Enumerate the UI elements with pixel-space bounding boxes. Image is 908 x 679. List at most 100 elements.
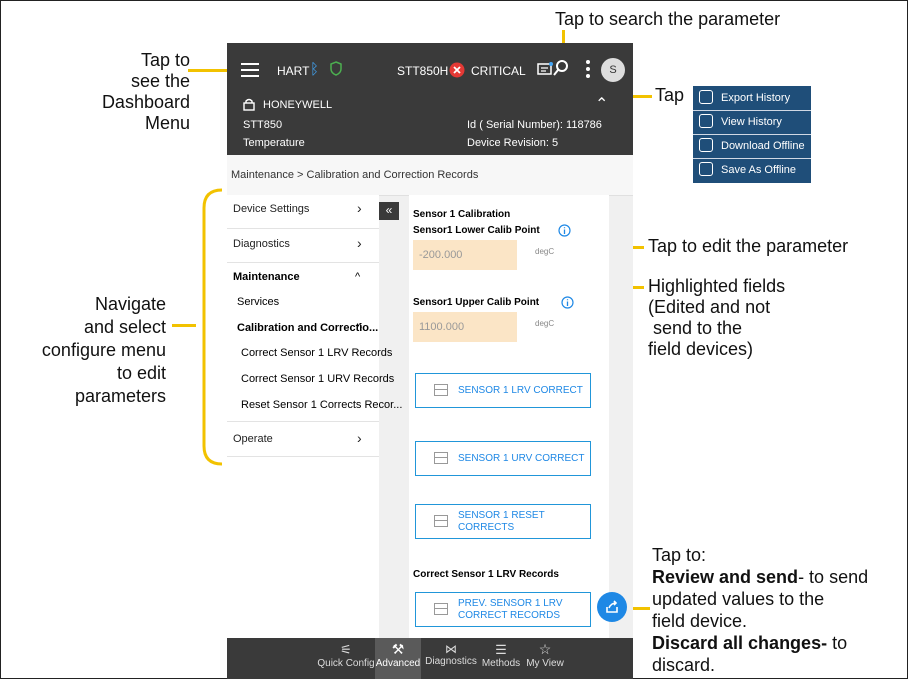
annotation-line: (Edited and not [648,297,771,317]
lower-calib-input[interactable]: -200.000 [413,240,517,270]
menu-item-view-history[interactable]: View History [693,110,811,135]
sensor-urv-correct-button[interactable]: SENSOR 1 URV CORRECT [415,441,591,476]
list-icon: ☰ [495,642,507,657]
nav-my-view[interactable]: ☆ My View [523,638,567,679]
annotation-line: parameters [74,386,166,406]
menu-item-export-history[interactable]: Export History [693,86,811,111]
annotation-line: Highlighted fields [648,276,786,296]
annotation-bold: Discard all changes- [652,633,828,653]
button-label: CORRECTS [458,522,515,533]
device-info-bar: HONEYWELL ⌃ STT850 Temperature Id ( Seri… [227,96,633,155]
dashboard-connector [188,69,230,72]
annotation-line: Discard all changes- to [652,632,868,654]
hamburger-menu-icon[interactable] [241,63,259,77]
message-icon[interactable] [537,62,553,77]
info-icon[interactable] [561,296,574,309]
upper-calib-input[interactable]: 1100.000 [413,312,517,342]
annotation-line: Tap to: [652,545,707,565]
edit-annotation: Tap to edit the parameter [648,236,849,256]
avatar[interactable]: S [601,58,625,82]
gear-icon [699,114,713,128]
section-title: Sensor 1 Calibration [413,209,511,220]
app-screen: HART ᛒ STT850H CRITICAL S HONEYWELL ⌃ ST… [227,43,633,679]
annotation-line: and select [83,317,166,337]
gear-icon [699,162,713,176]
bluetooth-icon: ᛒ [310,61,320,78]
search-icon[interactable] [552,59,570,77]
status-text: CRITICAL [471,64,526,78]
shield-icon [330,61,342,76]
collapse-sidebar-button[interactable]: « [379,202,399,220]
field-label: Sensor1 Upper Calib Point [413,297,540,308]
annotation-line: to edit [116,363,166,383]
annotation-line: Tap to [140,50,190,70]
overflow-menu: Export History View History Download Off… [693,86,811,183]
bottom-nav: ⚟ Quick Config ⚒ Advanced ⋈ Diagnostics … [227,638,633,679]
records-title: Correct Sensor 1 LRV Records [413,569,559,580]
top-bar: HART ᛒ STT850H CRITICAL S [227,43,633,98]
annotation-text: to [827,633,848,653]
sidebar-item-maintenance[interactable]: Maintenance [233,271,300,283]
navigate-bracket [202,188,223,466]
chevron-right-icon: › [357,235,362,251]
sidebar-item-label: Diagnostics [233,238,290,250]
sidebar-item-label: Device Settings [233,203,310,215]
sidebar-item-diagnostics[interactable]: Diagnostics › [227,229,379,263]
sidebar: Device Settings › Diagnostics › Maintena… [227,195,402,638]
send-annotation: Tap to: Review and send- to send updated… [652,544,868,676]
annotation-line: field devices) [648,339,754,359]
field-label: Sensor1 Lower Calib Point [413,225,540,236]
device-type: Temperature [243,137,305,149]
button-label: SENSOR 1 RESET [458,510,545,521]
nav-methods[interactable]: ☰ Methods [479,638,523,679]
share-icon [606,600,618,613]
sidebar-item-device-settings[interactable]: Device Settings › [227,195,379,229]
annotation-line: Dashboard [101,92,190,112]
menu-item-download-offline[interactable]: Download Offline [693,134,811,159]
annotation-text: - to send [798,567,869,587]
sliders-icon: ⚟ [340,642,352,657]
field-value: 1100.000 [419,321,465,333]
menu-item-label: Save As Offline [721,164,797,176]
menu-item-label: Export History [721,92,791,104]
device-model: STT850 [243,119,283,131]
device-name: STT850H [397,64,449,78]
search-annotation: Tap to search the parameter [555,9,781,29]
annotation-line: see the [130,71,190,91]
button-label: CORRECT RECORDS [458,610,561,621]
menu-annotation: Tap [655,85,685,105]
sidebar-item-label: Operate [233,433,273,445]
sidebar-item-services[interactable]: Services [237,296,279,308]
info-icon[interactable] [558,224,571,237]
review-send-fab[interactable] [597,592,627,622]
nav-label: Advanced [375,658,421,669]
content-area: « Sensor 1 Calibration Sensor1 Lower Cal… [379,195,633,638]
method-icon [434,603,448,615]
device-brand: HONEYWELL [263,99,333,111]
chevron-up-icon: ^ [357,322,363,334]
breadcrumb-text[interactable]: Maintenance > Calibration and Correction… [231,169,478,181]
button-label: SENSOR 1 LRV CORRECT [458,385,583,396]
nav-diagnostics[interactable]: ⋈ Diagnostics [423,638,479,679]
nav-label: My View [526,658,564,669]
nav-quick-config[interactable]: ⚟ Quick Config [315,638,377,679]
nav-advanced[interactable]: ⚒ Advanced [375,638,421,679]
pulse-icon: ⋈ [445,642,457,656]
menu-item-label: View History [721,116,782,128]
method-icon [434,452,448,464]
sidebar-item-operate[interactable]: Operate › [227,422,379,457]
sensor-reset-corrects-button[interactable]: SENSOR 1 RESET CORRECTS [415,504,591,539]
prev-lrv-records-button[interactable]: PREV. SENSOR 1 LRV CORRECT RECORDS [415,592,591,627]
tools-icon: ⚒ [391,641,405,657]
menu-item-save-as-offline[interactable]: Save As Offline [693,158,811,182]
collapse-icon[interactable]: ⌃ [595,94,608,114]
protocol-label: HART [277,64,310,78]
chevron-right-icon: › [357,430,362,446]
sensor-lrv-correct-button[interactable]: SENSOR 1 LRV CORRECT [415,373,591,408]
sidebar-item-urv-records[interactable]: Correct Sensor 1 URV Records [241,373,394,385]
more-options-icon[interactable] [585,59,591,79]
sidebar-item-lrv-records[interactable]: Correct Sensor 1 LRV Records [241,347,392,359]
export-icon [699,90,713,104]
gear-icon [699,138,713,152]
annotation-line: configure menu [41,340,166,360]
